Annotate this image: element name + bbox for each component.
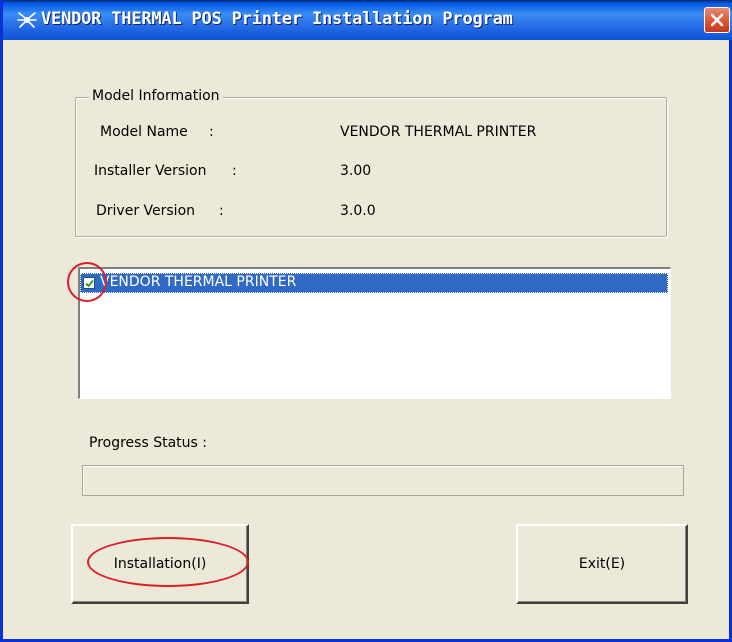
printer-listbox[interactable]: VENDOR THERMAL PRINTER (78, 267, 671, 399)
installer-version-value: 3.00 (340, 163, 372, 179)
app-icon (17, 12, 37, 28)
installer-window: VENDOR THERMAL POS Printer Installation … (0, 0, 732, 642)
printer-checkbox[interactable] (83, 277, 95, 289)
model-info-legend: Model Information (89, 88, 223, 104)
checkmark-icon (84, 279, 94, 287)
close-icon (710, 13, 724, 27)
model-name-value: VENDOR THERMAL PRINTER (340, 124, 537, 140)
installer-version-label: Installer Version (94, 163, 207, 179)
installer-version-colon: : (232, 163, 237, 179)
progress-status-label: Progress Status : (89, 435, 207, 451)
title-bar[interactable]: VENDOR THERMAL POS Printer Installation … (3, 0, 732, 40)
driver-version-label: Driver Version (96, 203, 196, 219)
window-title: VENDOR THERMAL POS Printer Installation … (41, 9, 513, 29)
list-item[interactable]: VENDOR THERMAL PRINTER (80, 273, 668, 293)
model-name-colon: : (209, 124, 214, 140)
progress-bar (82, 465, 684, 496)
installation-button[interactable]: Installation(I) (71, 524, 249, 604)
exit-button[interactable]: Exit(E) (516, 524, 688, 604)
printer-item-label: VENDOR THERMAL PRINTER (100, 274, 297, 290)
model-name-label: Model Name (100, 124, 188, 140)
driver-version-colon: : (219, 203, 224, 219)
close-button[interactable] (704, 7, 730, 33)
driver-version-value: 3.0.0 (340, 203, 376, 219)
